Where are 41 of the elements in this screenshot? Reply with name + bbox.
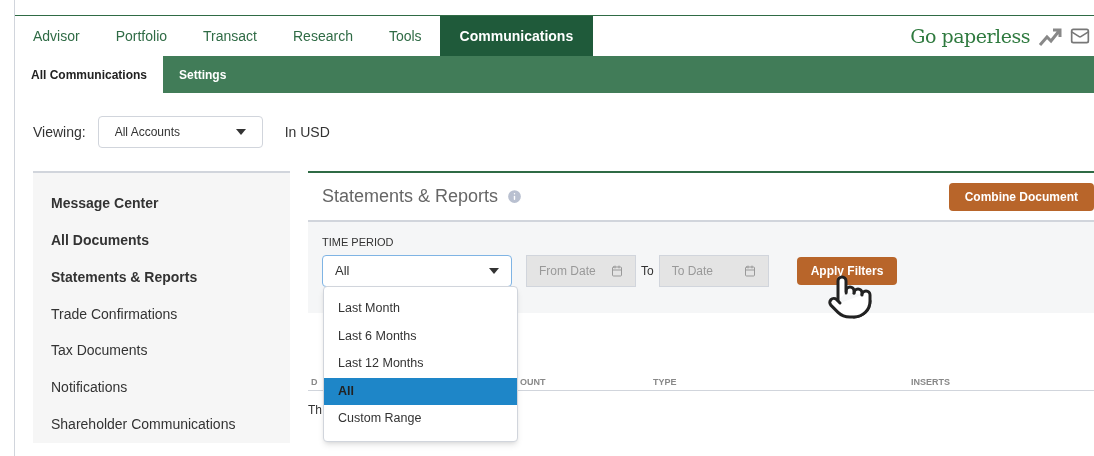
nav-tab[interactable]: Portfolio (97, 16, 186, 56)
nav-tab[interactable]: Transact (185, 16, 275, 56)
sub-nav-tab[interactable]: Settings (163, 56, 243, 93)
column-header: D (311, 375, 319, 389)
nav-tab[interactable]: Tools (370, 16, 440, 56)
mail-icon (1070, 26, 1090, 46)
dropdown-option[interactable]: Custom Range (324, 405, 517, 433)
nav-tab[interactable]: Advisor (15, 16, 98, 56)
caret-icon (489, 267, 499, 274)
calendar-icon (611, 264, 623, 277)
sidebar-link[interactable]: Message Center (33, 185, 290, 222)
sidebar-link[interactable]: Trade Confirmations (33, 295, 290, 333)
calendar-icon (743, 264, 756, 277)
sidebar-link[interactable]: Tax Documents (33, 332, 290, 370)
nav-tab[interactable]: Research (275, 16, 371, 56)
empty-message: Th (308, 403, 322, 417)
sidebar-link[interactable]: All Documents (33, 221, 290, 259)
dropdown-option[interactable]: Last 6 Months (324, 322, 517, 350)
dropdown-option[interactable]: All (324, 377, 517, 405)
column-header: INSERTS (911, 375, 950, 389)
currency-text: In USD (284, 122, 330, 142)
info-icon (506, 188, 524, 205)
brand-text: Go paperless (910, 23, 1030, 49)
combine-button[interactable]: Combine Document (948, 182, 1094, 211)
sidebar-link[interactable]: Statements & Reports (33, 258, 290, 296)
dropdown-option[interactable]: Last 12 Months (324, 350, 517, 378)
account-select[interactable]: All Accounts (97, 116, 263, 148)
sidebar-link[interactable]: Shareholder Communications (33, 406, 290, 443)
caret-icon (235, 129, 246, 135)
panel-title: Statements & Reports (322, 185, 499, 208)
time-period-label: TIME PERIOD (322, 235, 395, 250)
sidebar-link[interactable]: Notifications (33, 369, 290, 407)
column-header: TYPE (653, 375, 678, 389)
viewing-label: Viewing: (33, 122, 86, 142)
column-header: OUNT (520, 375, 547, 389)
apply-filters-button[interactable]: Apply Filters (796, 256, 898, 285)
to-label: To (641, 262, 654, 280)
sub-nav-tab[interactable]: All Communications (15, 56, 163, 93)
dropdown-option[interactable]: Last Month (324, 295, 517, 323)
nav-tab[interactable]: Communications (439, 16, 594, 56)
time-period-select[interactable]: All (322, 254, 512, 287)
